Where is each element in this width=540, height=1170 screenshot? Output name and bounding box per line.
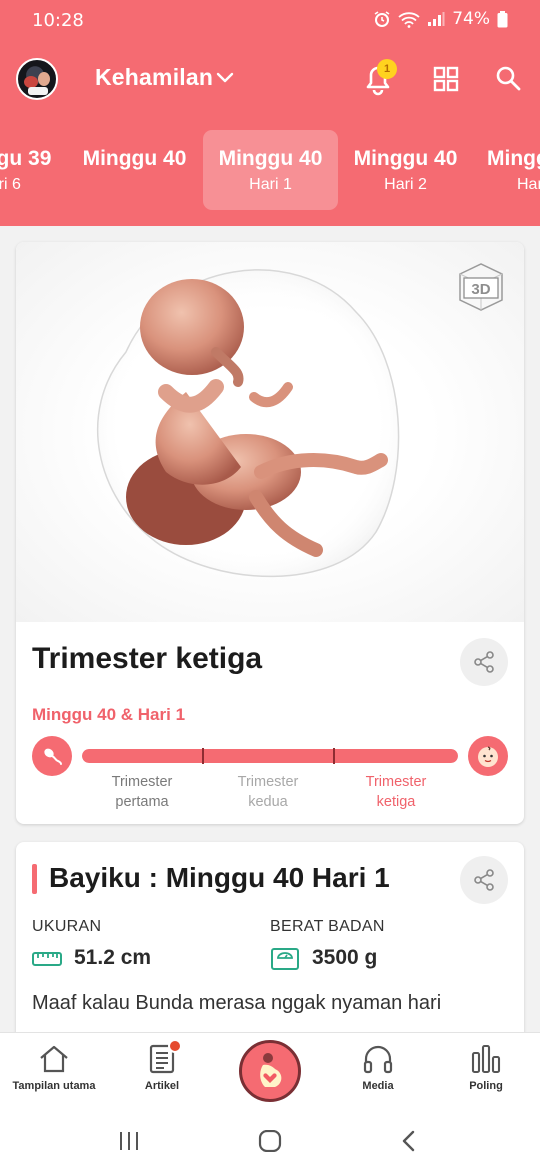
- ruler-icon: [32, 952, 62, 966]
- share-icon: [474, 869, 494, 891]
- week-tab-40-3[interactable]: Minggu 40 Hari 3: [473, 130, 540, 210]
- cube-3d-icon: 3D: [459, 263, 503, 311]
- avatar[interactable]: [16, 58, 58, 100]
- trimester-1-line1: Trimester: [111, 774, 173, 790]
- search-icon[interactable]: [495, 65, 521, 91]
- trimester-2-label: Trimester kedua: [213, 772, 323, 812]
- day-label: Hari 6: [0, 176, 21, 193]
- fetus-3d-image[interactable]: 3D: [16, 242, 524, 622]
- trimester-card: 3D Trimester ketiga Minggu 40 & Hari 1 T…: [16, 242, 524, 824]
- nav-poll-label: Poling: [469, 1080, 503, 1092]
- app-bar: Kehamilan 1: [0, 50, 540, 108]
- week-label: Minggu 40: [82, 147, 187, 170]
- screen: 10:28 74% Kehamilan 1 Minggu 39 Ha: [0, 0, 540, 1170]
- size-value: 51.2 cm: [74, 946, 152, 969]
- week-label: Minggu 39: [0, 147, 52, 170]
- home-icon: [40, 1045, 68, 1073]
- battery-percent: 74%: [452, 9, 490, 29]
- week-tab-40-2[interactable]: Minggu 40 Hari 2: [338, 130, 473, 210]
- trimester-1-label: Trimester pertama: [87, 772, 197, 812]
- scale-icon: [271, 948, 299, 970]
- nav-media[interactable]: Media: [324, 1043, 432, 1092]
- bottom-navigation: Tampilan utama Artikel Media Poling: [0, 1032, 540, 1112]
- progress-separator: [202, 748, 204, 764]
- signal-icon: [428, 12, 445, 26]
- trimester-title: Trimester ketiga: [32, 642, 263, 675]
- 3d-view-button[interactable]: 3D: [454, 260, 508, 319]
- weight-label: BERAT BADAN: [270, 918, 385, 935]
- chevron-down-icon[interactable]: [215, 70, 235, 84]
- poll-icon: [471, 1044, 501, 1074]
- badge-3d-label: 3D: [471, 281, 490, 298]
- battery-icon: [497, 10, 508, 27]
- title-accent-bar: [32, 864, 37, 894]
- baby-card-title: Bayiku : Minggu 40 Hari 1: [49, 862, 390, 893]
- week-day-label: Minggu 40 & Hari 1: [32, 705, 186, 724]
- share-icon: [474, 651, 494, 673]
- nav-pregnancy-center-button[interactable]: [239, 1040, 301, 1102]
- day-label: Hari 3: [517, 176, 540, 193]
- share-button[interactable]: [460, 638, 508, 686]
- nav-poll[interactable]: Poling: [432, 1043, 540, 1092]
- week-tab-39-6[interactable]: Minggu 39 Hari 6: [0, 130, 67, 210]
- home-system-icon[interactable]: [257, 1130, 283, 1152]
- trimester-2-line2: kedua: [248, 794, 288, 810]
- nav-article-label: Artikel: [144, 1080, 180, 1092]
- notification-badge: 1: [377, 59, 397, 79]
- fetus-illustration: [96, 269, 400, 578]
- status-icons: 74%: [373, 9, 508, 29]
- trimester-progress-fill: [82, 749, 458, 763]
- headphones-icon: [363, 1045, 393, 1074]
- trimester-2-line1: Trimester: [237, 774, 299, 790]
- status-time: 10:28: [32, 10, 84, 31]
- section-dropdown-title[interactable]: Kehamilan: [95, 64, 213, 91]
- week-label: Minggu 40: [487, 147, 540, 170]
- week-tab-40[interactable]: Minggu 40: [67, 130, 202, 210]
- article-notification-dot: [168, 1039, 182, 1053]
- week-day-selector: Minggu 39 Hari 6 Minggu 40 Minggu 40 Har…: [0, 130, 540, 212]
- wifi-icon: [398, 11, 420, 28]
- nav-article[interactable]: Artikel: [108, 1039, 216, 1092]
- trimester-3-label: Trimester ketiga: [341, 772, 451, 812]
- share-button[interactable]: [460, 856, 508, 904]
- baby-description: Maaf kalau Bunda merasa nggak nyaman har…: [32, 992, 442, 1014]
- header: 10:28 74% Kehamilan 1 Minggu 39 Ha: [0, 0, 540, 226]
- recent-apps-icon[interactable]: [117, 1130, 141, 1152]
- baby-info-card: Bayiku : Minggu 40 Hari 1 UKURAN 51.2 cm…: [16, 842, 524, 1062]
- grid-menu-icon[interactable]: [433, 66, 459, 92]
- pregnancy-icon: [260, 1053, 282, 1087]
- trimester-3-line2: ketiga: [376, 794, 416, 810]
- nav-home-label: Tampilan utama: [12, 1080, 96, 1092]
- status-bar: 10:28 74%: [0, 0, 540, 40]
- alarm-icon: [374, 11, 390, 27]
- size-label: UKURAN: [32, 918, 102, 935]
- baby-face-icon: [468, 736, 508, 776]
- trimester-3-line1: Trimester: [365, 774, 427, 790]
- day-label: Hari 2: [384, 176, 427, 193]
- day-label: Hari 1: [249, 176, 292, 193]
- week-tab-40-1-active[interactable]: Minggu 40 Hari 1: [203, 130, 338, 210]
- nav-home[interactable]: Tampilan utama: [0, 1043, 108, 1092]
- sperm-icon: [32, 736, 72, 776]
- week-label: Minggu 40: [218, 147, 323, 170]
- system-navigation-bar: [0, 1112, 540, 1170]
- progress-separator: [333, 748, 335, 764]
- nav-media-label: Media: [362, 1080, 394, 1092]
- weight-value: 3500 g: [312, 946, 378, 969]
- week-label: Minggu 40: [353, 147, 458, 170]
- back-icon[interactable]: [399, 1130, 419, 1152]
- trimester-1-line2: pertama: [115, 794, 169, 810]
- trimester-progress-bar: [82, 749, 458, 763]
